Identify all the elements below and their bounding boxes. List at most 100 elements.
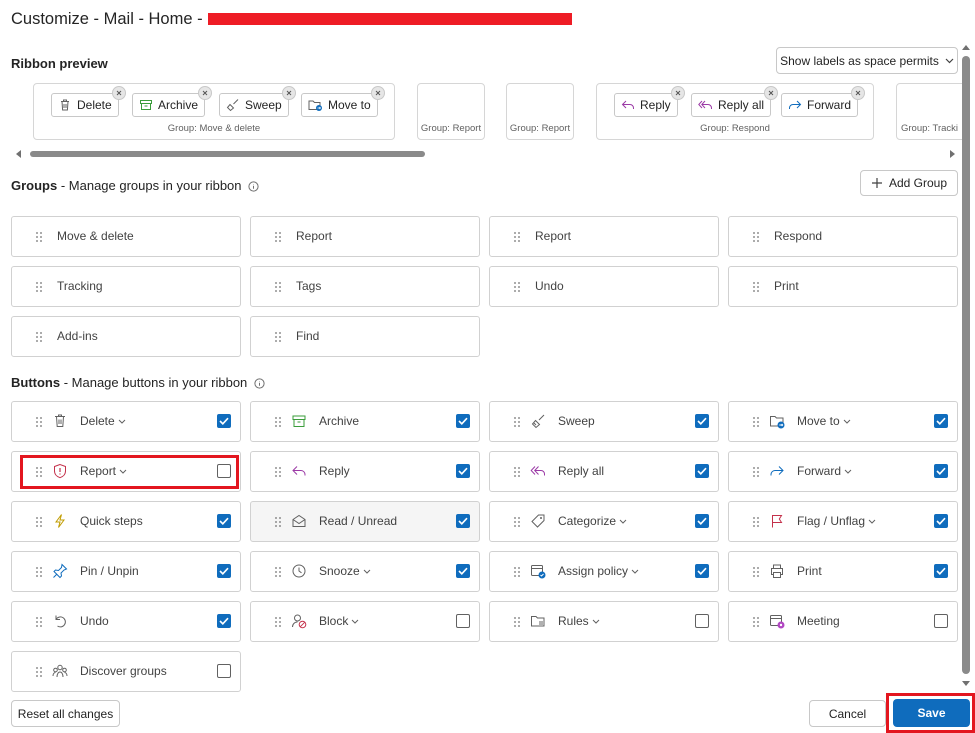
- drag-handle-icon[interactable]: [275, 616, 281, 630]
- button-card[interactable]: Quick steps: [11, 501, 241, 542]
- preview-group-move-delete[interactable]: Delete Archive Sweep Move to Group: Move…: [33, 83, 395, 140]
- group-card[interactable]: Find: [250, 316, 480, 357]
- remove-icon[interactable]: [198, 86, 213, 100]
- info-icon[interactable]: [254, 378, 265, 389]
- drag-handle-icon[interactable]: [753, 281, 759, 295]
- preview-button-reply-all[interactable]: Reply all: [691, 86, 779, 117]
- button-card[interactable]: Pin / Unpin: [11, 551, 241, 592]
- group-card[interactable]: Add-ins: [11, 316, 241, 357]
- button-card[interactable]: Move to: [728, 401, 958, 442]
- preview-button-forward[interactable]: Forward: [781, 86, 866, 117]
- scroll-up-arrow[interactable]: [962, 45, 970, 50]
- reset-all-changes-button[interactable]: Reset all changes: [11, 700, 120, 727]
- cancel-button[interactable]: Cancel: [809, 700, 886, 727]
- preview-button-delete[interactable]: Delete: [51, 86, 126, 117]
- preview-button-reply[interactable]: Reply: [614, 86, 685, 117]
- show-in-ribbon-checkbox[interactable]: [456, 564, 470, 578]
- drag-handle-icon[interactable]: [514, 566, 520, 580]
- remove-icon[interactable]: [111, 86, 126, 100]
- show-in-ribbon-checkbox[interactable]: [934, 614, 948, 628]
- show-in-ribbon-checkbox[interactable]: [934, 514, 948, 528]
- button-card[interactable]: Rules: [489, 601, 719, 642]
- show-in-ribbon-checkbox[interactable]: [456, 514, 470, 528]
- group-card[interactable]: Move & delete: [11, 216, 241, 257]
- chevron-down-icon[interactable]: [351, 619, 359, 624]
- show-in-ribbon-checkbox[interactable]: [217, 564, 231, 578]
- show-in-ribbon-checkbox[interactable]: [695, 464, 709, 478]
- remove-icon[interactable]: [670, 86, 685, 100]
- drag-handle-icon[interactable]: [753, 231, 759, 245]
- button-card[interactable]: Assign policy: [489, 551, 719, 592]
- drag-handle-icon[interactable]: [514, 281, 520, 295]
- drag-handle-icon[interactable]: [514, 616, 520, 630]
- group-card[interactable]: Report: [489, 216, 719, 257]
- remove-icon[interactable]: [764, 86, 779, 100]
- button-card[interactable]: Print: [728, 551, 958, 592]
- button-card[interactable]: Block: [250, 601, 480, 642]
- show-in-ribbon-checkbox[interactable]: [695, 564, 709, 578]
- drag-handle-icon[interactable]: [275, 466, 281, 480]
- drag-handle-icon[interactable]: [275, 566, 281, 580]
- drag-handle-icon[interactable]: [514, 231, 520, 245]
- show-in-ribbon-checkbox[interactable]: [217, 414, 231, 428]
- drag-handle-icon[interactable]: [275, 281, 281, 295]
- drag-handle-icon[interactable]: [275, 516, 281, 530]
- drag-handle-icon[interactable]: [275, 416, 281, 430]
- chevron-down-icon[interactable]: [619, 519, 627, 524]
- button-card[interactable]: Read / Unread: [250, 501, 480, 542]
- show-in-ribbon-checkbox[interactable]: [217, 614, 231, 628]
- show-in-ribbon-checkbox[interactable]: [934, 564, 948, 578]
- show-in-ribbon-checkbox[interactable]: [695, 414, 709, 428]
- chevron-down-icon[interactable]: [363, 569, 371, 574]
- drag-handle-icon[interactable]: [275, 331, 281, 345]
- chevron-down-icon[interactable]: [631, 569, 639, 574]
- preview-button-sweep[interactable]: Sweep: [219, 86, 296, 117]
- drag-handle-icon[interactable]: [36, 566, 42, 580]
- button-card[interactable]: Snooze: [250, 551, 480, 592]
- show-in-ribbon-checkbox[interactable]: [217, 664, 231, 678]
- drag-handle-icon[interactable]: [36, 616, 42, 630]
- button-card[interactable]: Delete: [11, 401, 241, 442]
- drag-handle-icon[interactable]: [753, 416, 759, 430]
- show-in-ribbon-checkbox[interactable]: [456, 414, 470, 428]
- button-card[interactable]: Sweep: [489, 401, 719, 442]
- group-card[interactable]: Report: [250, 216, 480, 257]
- group-card[interactable]: Respond: [728, 216, 958, 257]
- preview-group-tracking[interactable]: Group: Tracki: [896, 83, 962, 140]
- drag-handle-icon[interactable]: [36, 281, 42, 295]
- group-card[interactable]: Undo: [489, 266, 719, 307]
- chevron-down-icon[interactable]: [118, 419, 126, 424]
- add-group-button[interactable]: Add Group: [860, 170, 958, 196]
- drag-handle-icon[interactable]: [275, 231, 281, 245]
- show-in-ribbon-checkbox[interactable]: [934, 414, 948, 428]
- drag-handle-icon[interactable]: [514, 416, 520, 430]
- drag-handle-icon[interactable]: [753, 566, 759, 580]
- scroll-down-arrow[interactable]: [962, 681, 970, 686]
- button-card[interactable]: Undo: [11, 601, 241, 642]
- remove-icon[interactable]: [851, 86, 866, 100]
- drag-handle-icon[interactable]: [514, 466, 520, 480]
- scroll-right-arrow[interactable]: [950, 150, 955, 158]
- button-card[interactable]: Forward: [728, 451, 958, 492]
- drag-handle-icon[interactable]: [36, 516, 42, 530]
- group-card[interactable]: Tracking: [11, 266, 241, 307]
- drag-handle-icon[interactable]: [36, 666, 42, 680]
- vertical-scrollbar[interactable]: [962, 56, 970, 674]
- chevron-down-icon[interactable]: [592, 619, 600, 624]
- show-in-ribbon-checkbox[interactable]: [217, 514, 231, 528]
- button-card[interactable]: Discover groups: [11, 651, 241, 692]
- show-in-ribbon-checkbox[interactable]: [456, 464, 470, 478]
- chevron-down-icon[interactable]: [868, 519, 876, 524]
- drag-handle-icon[interactable]: [753, 516, 759, 530]
- remove-icon[interactable]: [281, 86, 296, 100]
- info-icon[interactable]: [248, 181, 259, 192]
- drag-handle-icon[interactable]: [36, 416, 42, 430]
- drag-handle-icon[interactable]: [753, 616, 759, 630]
- drag-handle-icon[interactable]: [753, 466, 759, 480]
- button-card[interactable]: Categorize: [489, 501, 719, 542]
- preview-group-report-2[interactable]: Group: Report: [506, 83, 574, 140]
- button-card[interactable]: Archive: [250, 401, 480, 442]
- remove-icon[interactable]: [370, 86, 385, 100]
- show-in-ribbon-checkbox[interactable]: [695, 614, 709, 628]
- group-card[interactable]: Print: [728, 266, 958, 307]
